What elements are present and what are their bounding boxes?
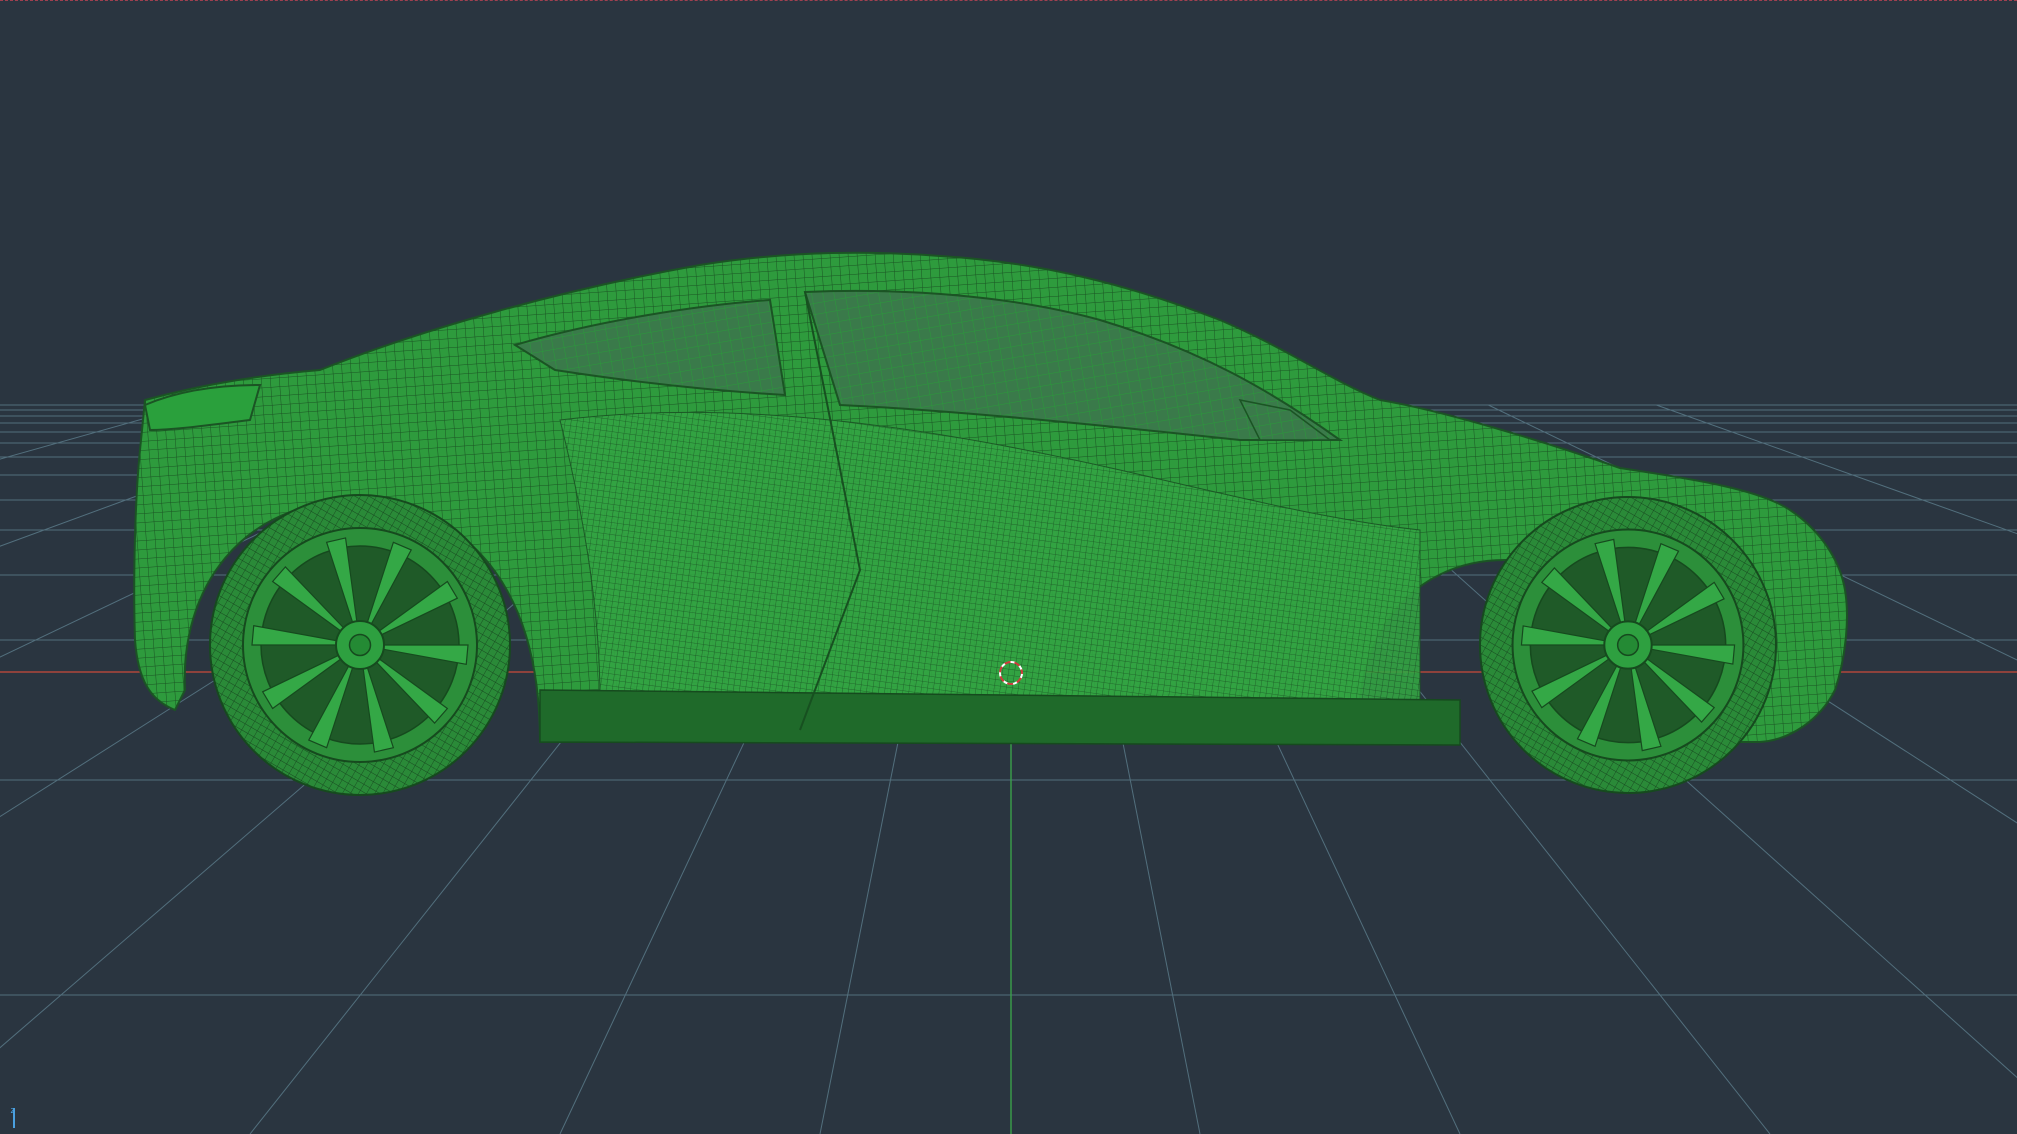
axis-gizmo-icon bbox=[13, 1108, 15, 1128]
rear-wheel[interactable] bbox=[209, 494, 511, 796]
car-rocker-panel bbox=[539, 689, 1461, 746]
car-model[interactable] bbox=[133, 251, 1848, 796]
wheel-center-cap bbox=[348, 633, 372, 657]
front-wheel[interactable] bbox=[1479, 496, 1777, 794]
wheel-center-cap bbox=[1616, 633, 1640, 657]
3d-viewport[interactable]: z bbox=[0, 0, 2017, 1134]
scene-canvas[interactable] bbox=[0, 0, 2017, 1134]
